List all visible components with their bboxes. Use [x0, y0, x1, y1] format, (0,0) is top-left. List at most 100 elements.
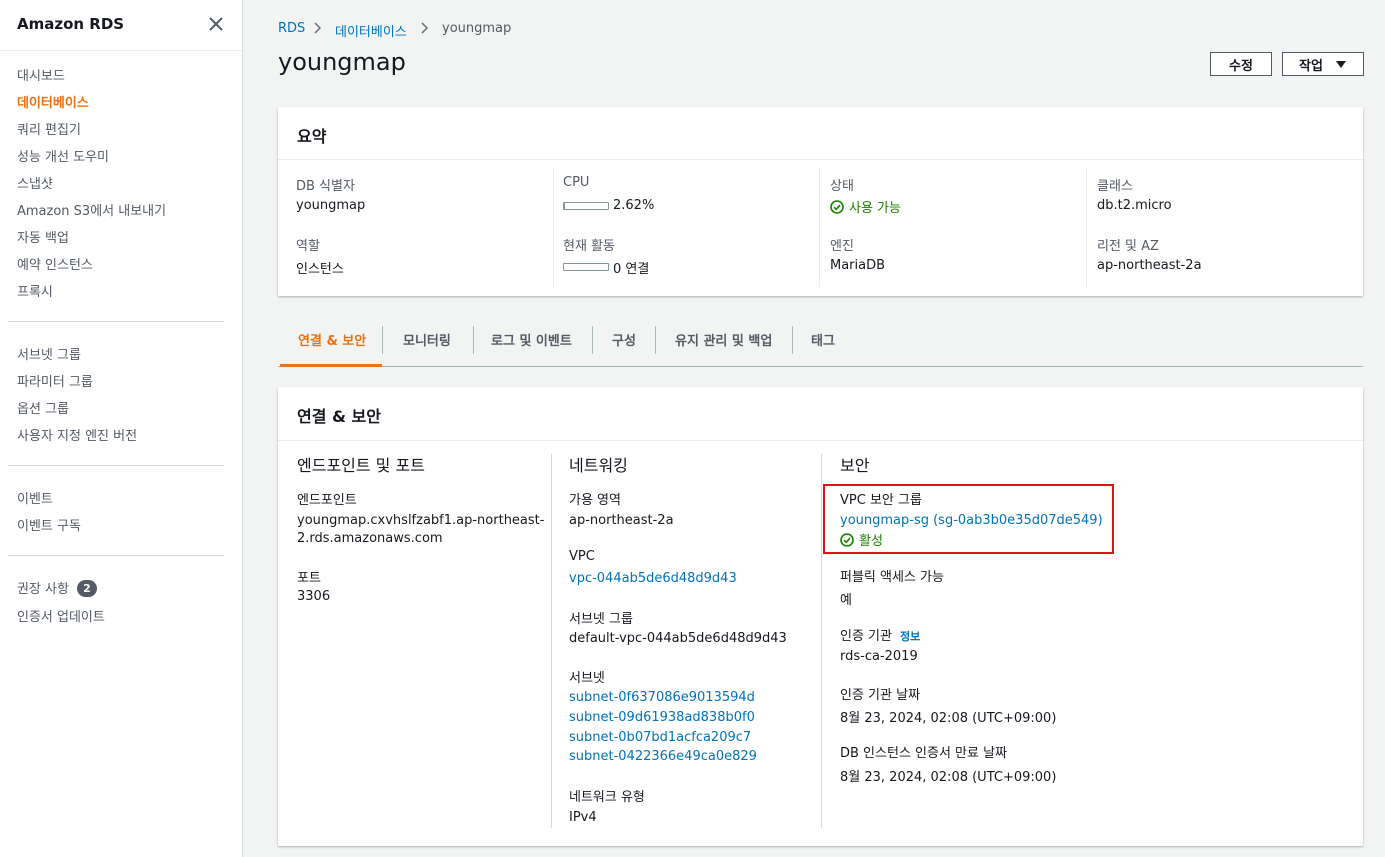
subnet-link[interactable]: subnet-0422366e49ca0e829: [569, 749, 757, 764]
sidebar-item-recommendations[interactable]: 권장 사항 2: [17, 578, 97, 597]
ca-date-label: 인증 기관 날짜: [840, 688, 921, 703]
networking-heading: 네트워킹: [569, 456, 628, 475]
tab-connectivity-security[interactable]: 연결 & 보안: [298, 330, 366, 349]
tab-bar-line: [278, 366, 1363, 367]
sidebar-item-subnet-groups[interactable]: 서브넷 그룹: [17, 344, 81, 363]
summary-title: 요약: [297, 127, 327, 146]
region-value: ap-northeast-2a: [1097, 258, 1202, 273]
summary-panel: 요약 DB 식별자 youngmap 역할 인스턴스 CPU 2.62% 현재 …: [278, 107, 1363, 296]
sidebar-item-parameter-groups[interactable]: 파라미터 그룹: [17, 371, 93, 390]
chevron-right-icon: [314, 22, 322, 34]
tab-logs-events[interactable]: 로그 및 이벤트: [491, 330, 572, 349]
sidebar-item-dashboard[interactable]: 대시보드: [17, 65, 65, 84]
divider: [0, 50, 242, 51]
cpu-bar: [563, 202, 609, 210]
sidebar-item-query-editor[interactable]: 쿼리 편집기: [17, 119, 81, 138]
subnet-link[interactable]: subnet-0f637086e9013594d: [569, 690, 755, 705]
tab-tags[interactable]: 태그: [811, 330, 835, 349]
modify-button[interactable]: 수정: [1210, 52, 1272, 76]
activity-bar: [563, 263, 609, 271]
engine-value: MariaDB: [830, 258, 886, 273]
info-link[interactable]: 정보: [900, 630, 920, 643]
cert-expiry-label: DB 인스턴스 인증서 만료 날짜: [840, 746, 1008, 761]
sidebar-item-certificate-update[interactable]: 인증서 업데이트: [17, 606, 105, 625]
endpoint-value-line2[interactable]: 2.rds.amazonaws.com: [297, 531, 443, 546]
security-group-status-text: 활성: [859, 534, 883, 549]
divider: [8, 465, 224, 466]
connectivity-panel: 연결 & 보안: [278, 387, 1363, 846]
divider: [1086, 167, 1087, 287]
status-text: 사용 가능: [849, 201, 901, 216]
subnet-group-value: default-vpc-044ab5de6d48d9d43: [569, 631, 787, 646]
endpoint-label: 엔드포인트: [297, 493, 357, 508]
cpu-label: CPU: [563, 175, 590, 190]
sidebar-title[interactable]: Amazon RDS: [17, 15, 124, 33]
sidebar-item-snapshots[interactable]: 스냅샷: [17, 173, 53, 192]
network-type-label: 네트워크 유형: [569, 790, 645, 805]
region-label: 리전 및 AZ: [1097, 239, 1159, 254]
endpoint-port-heading: 엔드포인트 및 포트: [297, 456, 425, 475]
cert-expiry-value: 8월 23, 2024, 02:08 (UTC+09:00): [840, 770, 1057, 785]
sidebar-item-label: 권장 사항: [17, 582, 69, 597]
summary-header: 요약: [278, 107, 1363, 160]
sidebar-item-proxies[interactable]: 프록시: [17, 281, 53, 300]
sidebar-item-reserved-instances[interactable]: 예약 인스턴스: [17, 254, 93, 273]
tab-separator: [592, 326, 593, 354]
db-id-value: youngmap: [296, 198, 366, 213]
status-label: 상태: [830, 179, 854, 194]
security-heading: 보안: [840, 456, 870, 475]
breadcrumb-databases[interactable]: 데이터베이스: [335, 21, 407, 40]
sidebar-item-custom-engine-versions[interactable]: 사용자 지정 엔진 버전: [17, 425, 137, 444]
tab-separator: [382, 326, 383, 354]
breadcrumb-current: youngmap: [442, 21, 512, 36]
subnet-link[interactable]: subnet-09d61938ad838b0f0: [569, 710, 755, 725]
tab-configuration[interactable]: 구성: [612, 330, 636, 349]
ca-label: 인증 기관: [840, 629, 892, 644]
sidebar-item-s3-export[interactable]: Amazon S3에서 내보내기: [17, 200, 166, 219]
sidebar-item-option-groups[interactable]: 옵션 그룹: [17, 398, 69, 417]
close-icon[interactable]: [206, 14, 226, 34]
subnet-link[interactable]: subnet-0b07bd1acfca209c7: [569, 730, 751, 745]
role-value: 인스턴스: [296, 262, 344, 277]
vpc-security-group-label: VPC 보안 그룹: [840, 493, 922, 508]
port-value: 3306: [297, 589, 331, 604]
az-label: 가용 영역: [569, 493, 621, 508]
db-id-label: DB 식별자: [296, 179, 355, 194]
network-type-value: IPv4: [569, 810, 597, 825]
cpu-bar-fill: [564, 203, 566, 209]
endpoint-value-line1[interactable]: youngmap.cxvhslfzabf1.ap-northeast-: [297, 513, 544, 528]
tab-separator: [792, 326, 793, 354]
public-access-label: 퍼블릭 액세스 가능: [840, 570, 944, 585]
role-label: 역할: [296, 239, 320, 254]
tab-separator: [473, 326, 474, 354]
subnets-label: 서브넷: [569, 671, 605, 686]
divider: [553, 167, 554, 287]
security-group-link[interactable]: youngmap-sg (sg-0ab3b0e35d07de549): [840, 513, 1103, 528]
connectivity-title: 연결 & 보안: [297, 407, 381, 426]
sidebar-item-automated-backups[interactable]: 자동 백업: [17, 227, 69, 246]
cpu-value: 2.62%: [613, 198, 655, 213]
page-title: youngmap: [278, 48, 406, 76]
sidebar-item-databases[interactable]: 데이터베이스: [17, 92, 89, 111]
vpc-label: VPC: [569, 549, 595, 564]
class-label: 클래스: [1097, 179, 1133, 194]
security-group-status: 활성: [840, 530, 883, 549]
public-access-value: 예: [840, 593, 852, 608]
engine-label: 엔진: [830, 239, 854, 254]
check-circle-icon: [840, 532, 854, 547]
sidebar-item-events[interactable]: 이벤트: [17, 488, 53, 507]
status-value: 사용 가능: [830, 197, 901, 216]
sidebar: Amazon RDS 대시보드 데이터베이스 쿼리 편집기 성능 개선 도우미 …: [0, 0, 243, 857]
tab-separator: [655, 326, 656, 354]
divider: [551, 454, 552, 828]
chevron-right-icon: [421, 22, 429, 34]
subnet-group-label: 서브넷 그룹: [569, 612, 633, 627]
sidebar-item-performance-insights[interactable]: 성능 개선 도우미: [17, 146, 109, 165]
caret-down-icon: [1335, 61, 1346, 68]
tab-maintenance-backups[interactable]: 유지 관리 및 백업: [675, 330, 772, 349]
breadcrumb-rds[interactable]: RDS: [278, 21, 305, 36]
sidebar-item-event-subscriptions[interactable]: 이벤트 구독: [17, 515, 81, 534]
tab-monitoring[interactable]: 모니터링: [403, 330, 451, 349]
actions-button[interactable]: 작업: [1282, 52, 1364, 76]
vpc-link[interactable]: vpc-044ab5de6d48d9d43: [569, 571, 737, 586]
